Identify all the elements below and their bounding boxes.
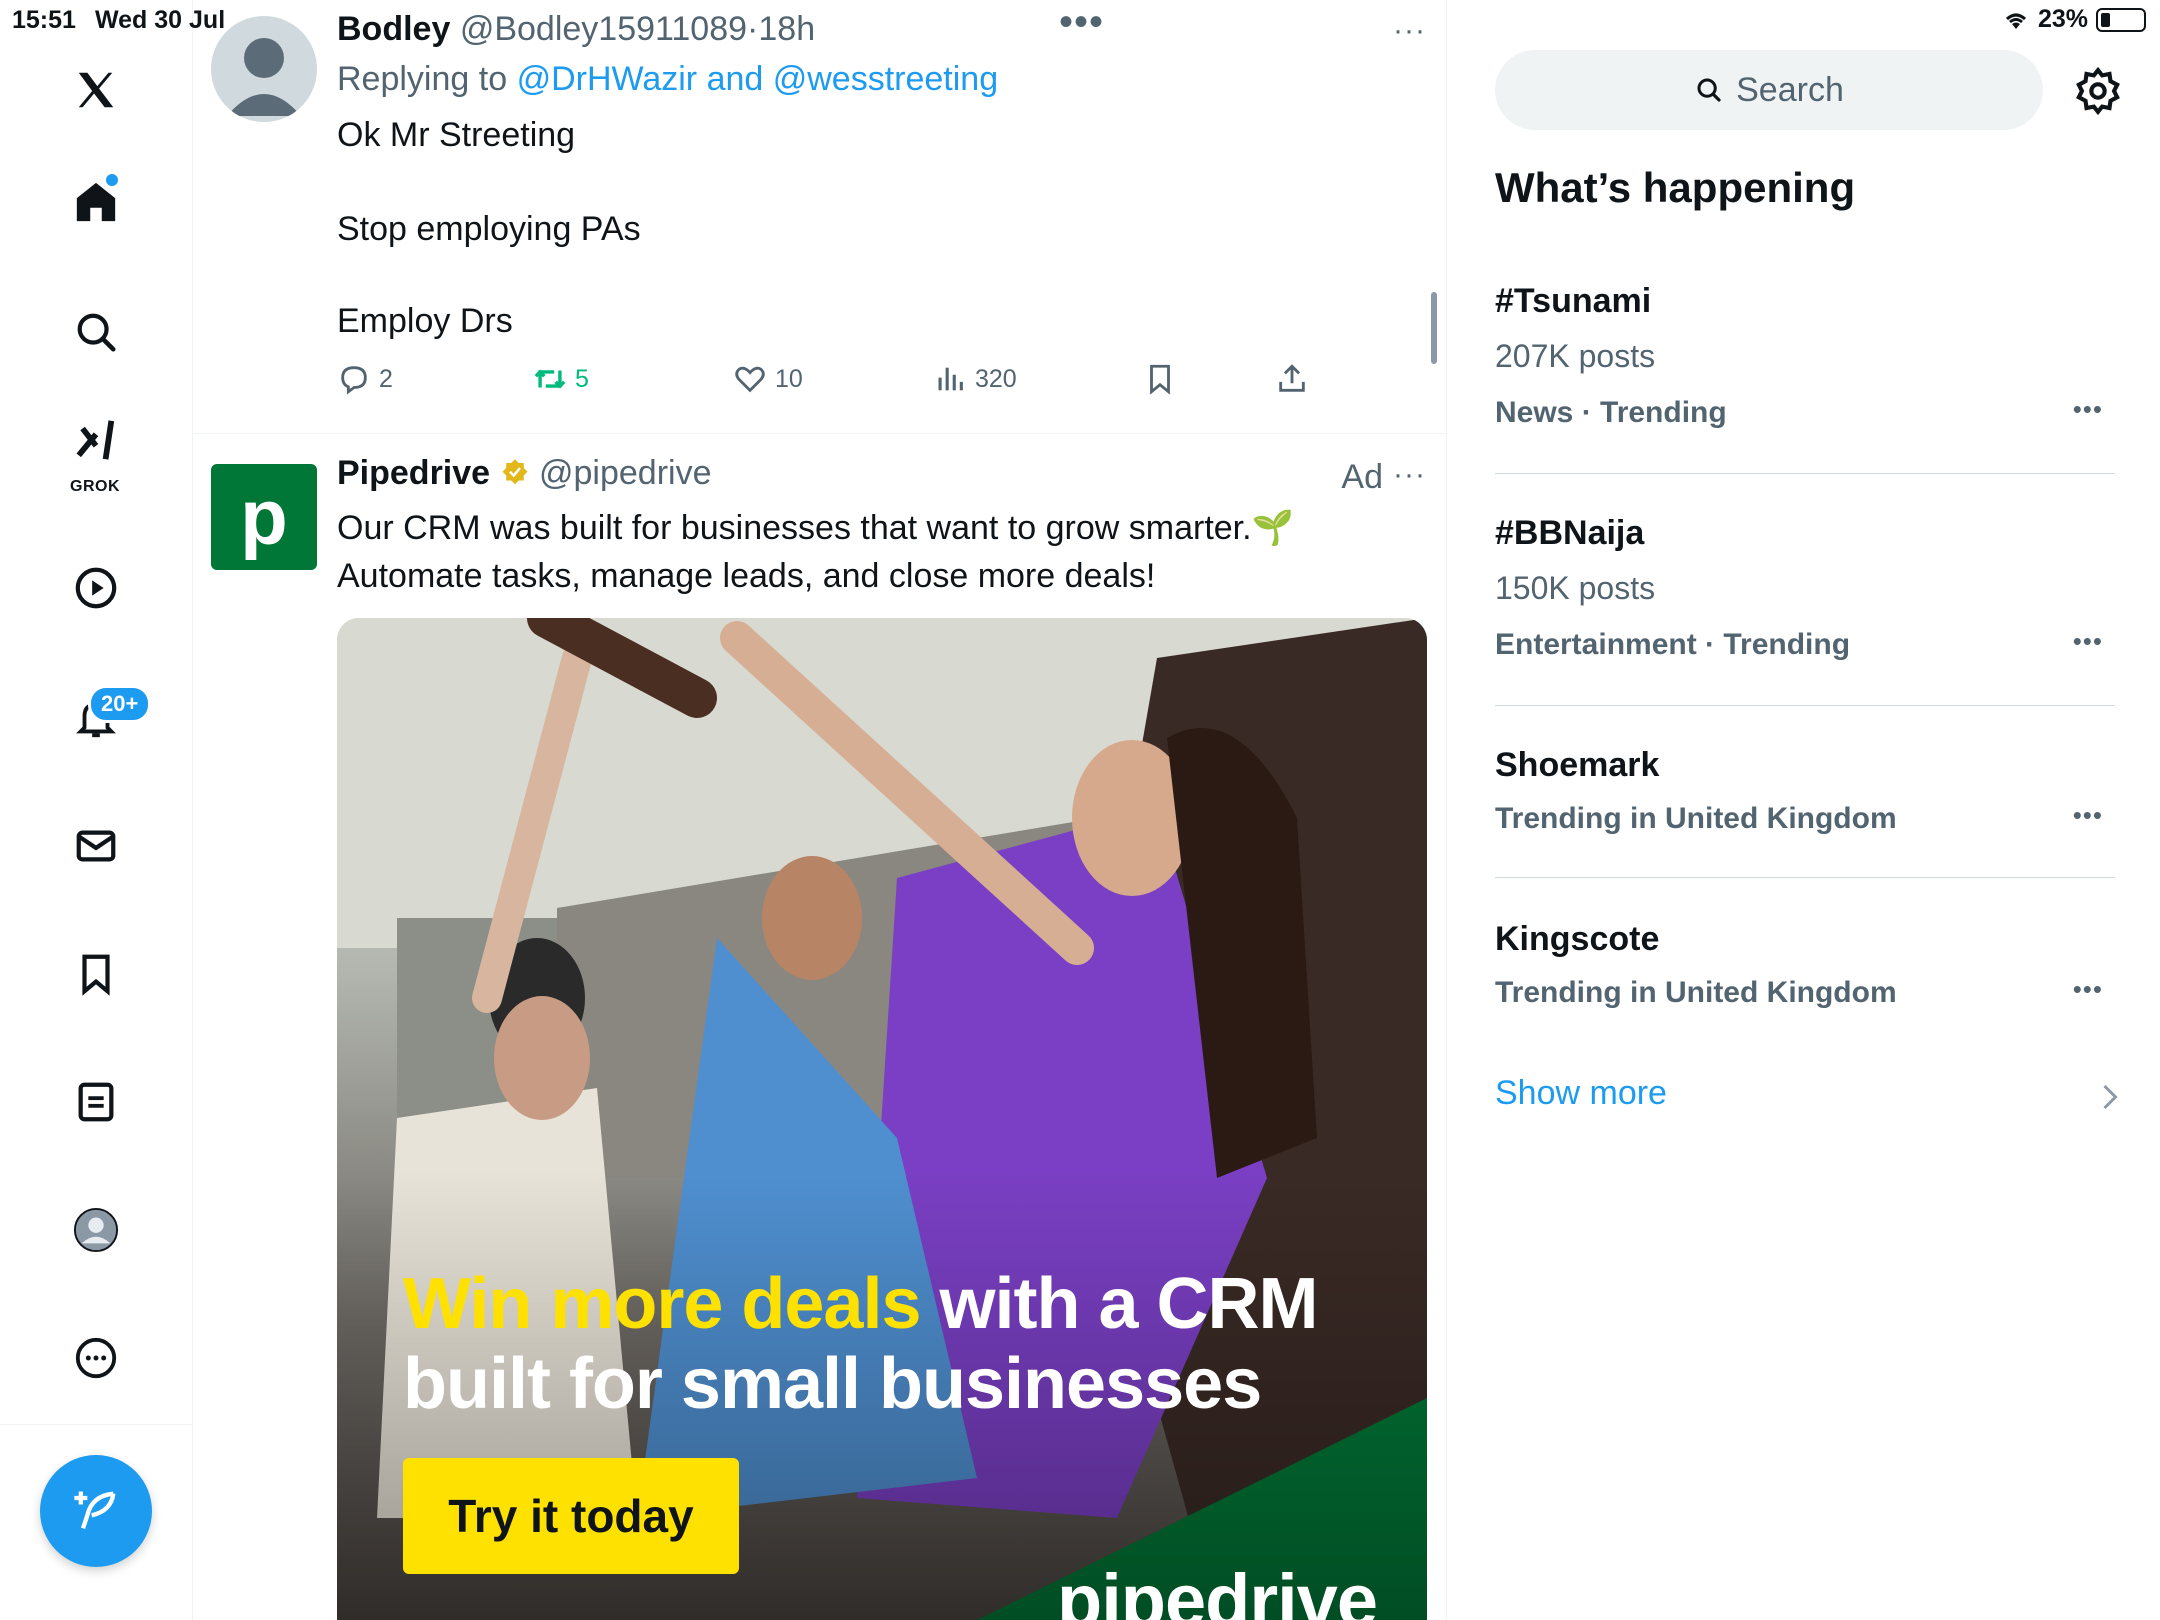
search-placeholder: Search	[1736, 70, 1844, 109]
trend-item[interactable]: #Tsunami 207K posts News · Trending •••	[1495, 272, 2115, 474]
like-count: 10	[775, 364, 803, 393]
trend-item[interactable]: Kingscote Trending in United Kingdom •••	[1495, 910, 2115, 1052]
reply-icon	[341, 366, 367, 395]
notifications-badge: 20+	[88, 685, 152, 723]
share-button[interactable]	[1275, 362, 1309, 396]
tweet-text-line: Stop employing PAs	[337, 210, 641, 248]
ad-headline-line2: built for small businesses	[403, 1344, 1262, 1424]
retweet-count: 5	[575, 364, 589, 393]
retweet-button[interactable]: 5	[533, 362, 589, 396]
ad-headline: Win more deals with a CRM built for smal…	[403, 1264, 1319, 1424]
whats-happening-title: What’s happening	[1495, 164, 1856, 211]
ad-image[interactable]: Win more deals with a CRM built for smal…	[337, 618, 1427, 1620]
replying-to-users[interactable]: @DrHWazir and @wesstreeting	[517, 60, 999, 98]
lists-icon[interactable]	[56, 1062, 136, 1142]
left-nav: GROK 20+	[0, 0, 193, 1620]
views-count: 320	[975, 364, 1017, 393]
ad-text-line: Our CRM was built for businesses that wa…	[337, 509, 1294, 547]
reply-button[interactable]: 2	[337, 362, 393, 396]
main-feed: Bodley @Bodley15911089·18h ••• ··· Reply…	[193, 0, 1447, 1620]
grok-label: GROK	[70, 478, 120, 495]
retweet-icon	[534, 369, 566, 389]
trend-more-icon[interactable]: •••	[2073, 626, 2103, 657]
ad-more-icon[interactable]: ···	[1393, 458, 1426, 492]
videos-icon[interactable]	[56, 548, 136, 628]
bookmark-button[interactable]	[1143, 362, 1177, 396]
trend-title: #BBNaija	[1495, 514, 1645, 552]
trend-title: Kingscote	[1495, 920, 1660, 958]
nav-divider	[0, 1424, 193, 1425]
ad-text-line: Automate tasks, manage leads, and close …	[337, 557, 1156, 595]
try-it-today-button[interactable]: Try it today	[403, 1458, 739, 1574]
search-nav-icon[interactable]	[56, 292, 136, 372]
feather-plus-icon	[74, 1491, 116, 1530]
trend-posts: 207K posts	[1495, 338, 1656, 374]
home-icon[interactable]	[56, 162, 136, 242]
compose-post-button[interactable]	[40, 1455, 152, 1567]
views-icon	[938, 367, 963, 391]
status-time: 15:51	[12, 6, 76, 34]
battery-percent: 23%	[2037, 5, 2088, 33]
scrollbar[interactable]	[1431, 292, 1437, 364]
views-button[interactable]: 320	[933, 362, 1017, 396]
trend-title: Shoemark	[1495, 746, 1660, 784]
status-bar: 15:51 Wed 30 Jul 23%	[0, 0, 2160, 40]
tweet-actions: 2 5 10 320	[337, 362, 1337, 406]
trend-posts: 150K posts	[1495, 570, 1656, 606]
ad-author-handle[interactable]: @pipedrive	[539, 454, 712, 492]
search-input[interactable]: Search	[1495, 50, 2043, 130]
trend-meta: Trending in United Kingdom	[1495, 802, 1897, 835]
trend-item[interactable]: #BBNaija 150K posts Entertainment · Tren…	[1495, 504, 2115, 706]
show-more-link[interactable]: Show more	[1495, 1074, 1667, 1113]
bookmarks-icon[interactable]	[56, 934, 136, 1014]
tweet-text-line: Employ Drs	[337, 302, 513, 340]
chevron-right-icon[interactable]	[2099, 1082, 2121, 1112]
gear-icon[interactable]	[2073, 66, 2123, 116]
pipedrive-wordmark: pipedrive	[1057, 1559, 1378, 1620]
ad-headline-highlight: Win more deals	[403, 1264, 921, 1344]
trend-more-icon[interactable]: •••	[2073, 974, 2103, 1005]
bookmark-icon	[1150, 364, 1170, 395]
tweet[interactable]: Bodley @Bodley15911089·18h ••• ··· Reply…	[193, 0, 1447, 434]
tweet-text-line: Ok Mr Streeting	[337, 116, 576, 154]
trend-more-icon[interactable]: •••	[2073, 800, 2103, 831]
trend-title: #Tsunami	[1495, 282, 1652, 320]
promoted-tweet[interactable]: p Pipedrive @pipedrive Ad ··· Our CRM wa…	[193, 434, 1447, 1620]
verified-badge-icon	[502, 459, 528, 485]
ad-headline-rest: with a CRM	[920, 1264, 1319, 1344]
trend-item[interactable]: Shoemark Trending in United Kingdom •••	[1495, 736, 2115, 878]
status-right: 23%	[2002, 5, 2146, 34]
status-date: Wed 30 Jul	[95, 6, 226, 34]
trend-meta: News · Trending	[1495, 396, 1727, 429]
trend-more-icon[interactable]: •••	[2073, 394, 2103, 425]
ad-author-name[interactable]: Pipedrive	[337, 454, 490, 492]
heart-icon	[735, 366, 765, 393]
ad-header: Pipedrive @pipedrive	[337, 454, 711, 493]
reply-count: 2	[379, 364, 393, 393]
share-icon	[1279, 364, 1305, 392]
replying-to: Replying to @DrHWazir and @wesstreeting	[337, 60, 998, 99]
battery-icon	[2096, 7, 2146, 32]
trend-meta: Trending in United Kingdom	[1495, 976, 1897, 1009]
ad-text: Our CRM was built for businesses that wa…	[337, 504, 1337, 600]
pipedrive-logo[interactable]: p	[211, 464, 317, 570]
x-logo-icon[interactable]	[56, 50, 136, 130]
grok-icon[interactable]	[56, 410, 136, 470]
messages-icon[interactable]	[56, 806, 136, 886]
like-button[interactable]: 10	[733, 362, 803, 396]
home-unread-dot	[106, 174, 118, 186]
right-sidebar: Search What’s happening #Tsunami 207K po…	[1447, 0, 2160, 1620]
more-icon[interactable]	[56, 1318, 136, 1398]
ad-label: Ad	[1341, 458, 1383, 496]
profile-avatar-icon[interactable]	[56, 1190, 136, 1270]
search-icon	[1697, 78, 1721, 102]
replying-prefix: Replying to	[337, 60, 508, 98]
trend-meta: Entertainment · Trending	[1495, 628, 1851, 661]
wifi-icon	[2005, 13, 2026, 29]
